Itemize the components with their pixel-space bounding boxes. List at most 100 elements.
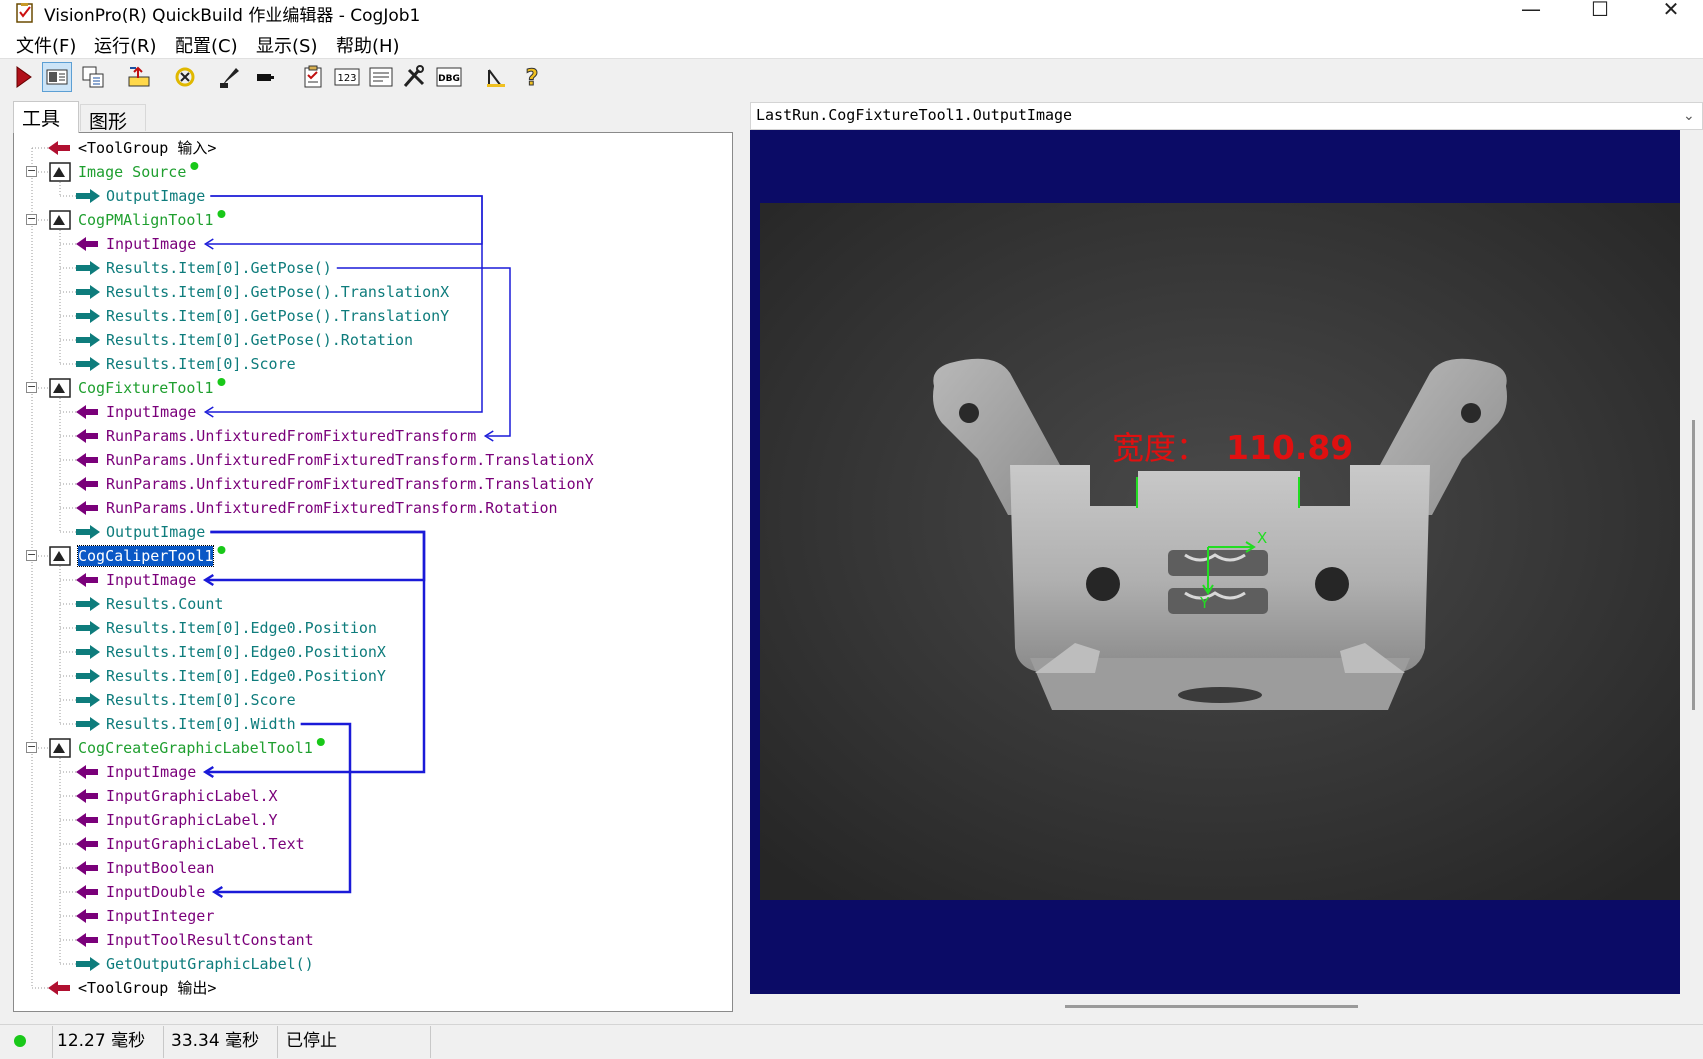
tree-tool-node[interactable]: CogCaliperTool1: [76, 545, 215, 567]
tree-terminal-node[interactable]: Results.Item[0].Width: [106, 714, 296, 734]
tree-terminal-node[interactable]: InputGraphicLabel.X: [106, 786, 278, 806]
clipboard-icon[interactable]: [298, 62, 328, 92]
tree-terminal-node[interactable]: RunParams.UnfixturedFromFixturedTransfor…: [106, 498, 558, 518]
tree-terminal-node[interactable]: Results.Item[0].GetPose().TranslationX: [106, 282, 449, 302]
tree-terminal-node[interactable]: InputImage: [106, 762, 196, 782]
axis-y-label: Y: [1199, 594, 1210, 612]
tree-tool-node[interactable]: Image Source: [78, 162, 186, 182]
input-arrow-icon: [76, 237, 98, 251]
tree-terminal-node[interactable]: Results.Item[0].Score: [106, 690, 296, 710]
image-selector-value: LastRun.CogFixtureTool1.OutputImage: [756, 106, 1073, 124]
output-arrow-icon: [76, 957, 100, 971]
counter-icon[interactable]: 123: [332, 62, 362, 92]
tree-tool-node[interactable]: CogFixtureTool1: [78, 378, 213, 398]
tree-terminal-node[interactable]: InputInteger: [106, 906, 214, 926]
minimize-button[interactable]: —: [1508, 0, 1554, 22]
group-input-icon: [48, 141, 70, 155]
tree-terminal-node[interactable]: RunParams.UnfixturedFromFixturedTransfor…: [106, 426, 476, 446]
menu-help[interactable]: 帮助(H): [336, 32, 400, 58]
tree-terminal-node[interactable]: Results.Item[0].Edge0.PositionY: [106, 666, 386, 686]
output-arrow-icon: [76, 333, 100, 347]
input-arrow-icon: [76, 765, 98, 779]
vertical-scrollbar[interactable]: [1692, 420, 1695, 710]
tree-terminal-node[interactable]: Results.Item[0].GetPose().Rotation: [106, 330, 413, 350]
status-time-2: 33.34 毫秒: [171, 1031, 260, 1051]
tree-terminal-node[interactable]: OutputImage: [106, 186, 205, 206]
chevron-down-icon[interactable]: ⌄: [1683, 108, 1695, 124]
window-title: VisionPro(R) QuickBuild 作业编辑器 - CogJob1: [44, 6, 421, 26]
maximize-button[interactable]: ☐: [1577, 0, 1623, 22]
collapse-toggle[interactable]: −: [26, 213, 37, 225]
tree-terminal-node[interactable]: Results.Item[0].Edge0.PositionX: [106, 642, 386, 662]
results-icon[interactable]: [366, 62, 396, 92]
tree-terminal-node[interactable]: InputGraphicLabel.Y: [106, 810, 278, 830]
input-arrow-icon: [76, 429, 98, 443]
run-once-icon[interactable]: [8, 62, 38, 92]
display-toggle-icon[interactable]: [42, 62, 72, 92]
record-icon[interactable]: [250, 62, 280, 92]
tree-terminal-node[interactable]: InputBoolean: [106, 858, 214, 878]
tab-tools[interactable]: 工具: [13, 101, 79, 133]
tree-terminal-node[interactable]: Results.Item[0].Score: [106, 354, 296, 374]
input-arrow-icon: [76, 573, 98, 587]
debug-icon[interactable]: DBG: [434, 62, 464, 92]
tree-terminal-node[interactable]: Results.Item[0].Edge0.Position: [106, 618, 377, 638]
tree-terminal-node[interactable]: InputGraphicLabel.Text: [106, 834, 305, 854]
tree-terminal-node[interactable]: InputImage: [106, 570, 196, 590]
tree-terminal-node[interactable]: GetOutputGraphicLabel(): [106, 954, 314, 974]
properties-icon[interactable]: [481, 62, 511, 92]
tool-tree[interactable]: <ToolGroup 输入> − Image Source OutputImage − C…: [13, 132, 733, 1012]
app-icon: [16, 3, 33, 23]
menu-run[interactable]: 运行(R): [94, 32, 157, 58]
output-arrow-icon: [76, 261, 100, 275]
tree-terminal-node[interactable]: Results.Item[0].GetPose().TranslationY: [106, 306, 449, 326]
input-arrow-icon: [76, 405, 98, 419]
collapse-toggle[interactable]: −: [26, 549, 37, 561]
tree-tool-node[interactable]: CogPMAlignTool1: [78, 210, 213, 230]
copy-icon[interactable]: [78, 62, 108, 92]
input-arrow-icon: [76, 477, 98, 491]
tree-terminal-node[interactable]: InputImage: [106, 402, 196, 422]
tree-terminal-node[interactable]: Results.Count: [106, 594, 223, 614]
tree-terminal-node[interactable]: InputImage: [106, 234, 196, 254]
horizontal-scrollbar[interactable]: [1065, 1005, 1358, 1008]
tree-terminal-node[interactable]: RunParams.UnfixturedFromFixturedTransfor…: [106, 474, 594, 494]
tree-terminal-node[interactable]: RunParams.UnfixturedFromFixturedTransfor…: [106, 450, 594, 470]
tree-terminal-node[interactable]: Results.Item[0].GetPose(): [106, 258, 332, 278]
collapse-toggle[interactable]: −: [26, 381, 37, 393]
input-arrow-icon: [76, 813, 98, 827]
link-wire: [207, 530, 426, 582]
tab-graphics[interactable]: 图形: [80, 104, 146, 133]
overlay-label: 宽度：: [1112, 429, 1208, 467]
output-arrow-icon: [76, 669, 100, 683]
input-arrow-icon: [76, 501, 98, 515]
close-button[interactable]: ✕: [1648, 0, 1694, 22]
collapse-toggle[interactable]: −: [26, 741, 37, 753]
tool-status-dot: [190, 162, 199, 170]
tree-tool-node[interactable]: CogCreateGraphicLabelTool1: [78, 738, 313, 758]
edit-icon[interactable]: [216, 62, 246, 92]
tree-terminal-node[interactable]: InputDouble: [106, 882, 205, 902]
tree-group-node[interactable]: <ToolGroup 输入>: [78, 138, 216, 158]
tool-icon: [49, 162, 71, 182]
output-arrow-icon: [76, 189, 100, 203]
menu-config[interactable]: 配置(C): [175, 32, 238, 58]
output-arrow-icon: [76, 717, 100, 731]
menu-file[interactable]: 文件(F): [16, 32, 76, 58]
collapse-toggle[interactable]: −: [26, 165, 37, 177]
refresh-icon[interactable]: [170, 62, 200, 92]
tree-terminal-node[interactable]: InputToolResultConstant: [106, 930, 314, 950]
status-state: 已停止: [286, 1031, 337, 1051]
help-icon[interactable]: ?: [517, 62, 547, 92]
inspection-image: X Y 宽度： 110.89: [760, 203, 1680, 900]
tree-terminal-node[interactable]: OutputImage: [106, 522, 205, 542]
tool-icon: [49, 210, 71, 230]
group-output-icon: [48, 981, 70, 995]
reset-icon[interactable]: [124, 62, 154, 92]
tools-icon[interactable]: [399, 62, 429, 92]
tree-group-node[interactable]: <ToolGroup 输出>: [78, 978, 216, 998]
menu-view[interactable]: 显示(S): [256, 32, 317, 58]
output-arrow-icon: [76, 597, 100, 611]
tool-status-dot: [217, 210, 226, 218]
input-arrow-icon: [76, 789, 98, 803]
